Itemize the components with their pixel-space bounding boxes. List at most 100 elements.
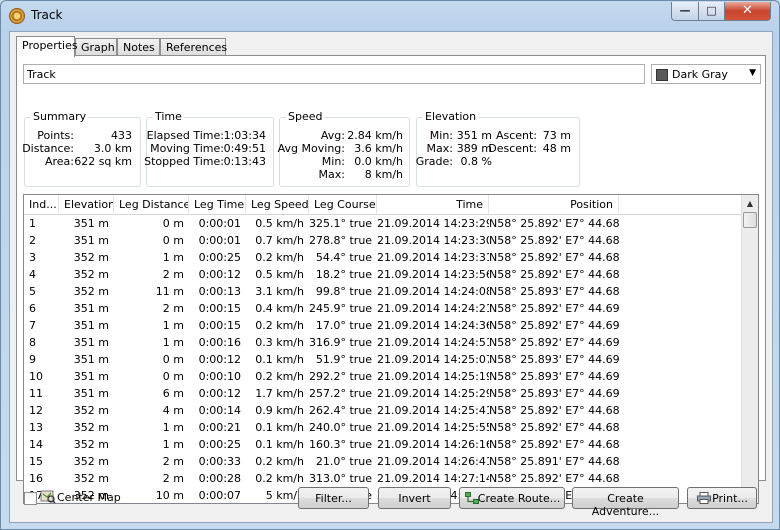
elevation-max-value: 389 m [456, 142, 492, 155]
cell-time: 21.09.2014 14:25:29 [377, 387, 489, 400]
cell-leg-time: 0:00:33 [198, 455, 241, 468]
table-row[interactable]: 11 351 m 6 m 0:00:12 1.7 km/h 257.2° true 21.0… [24, 386, 744, 403]
cell-leg-course: 262.4° true [309, 404, 373, 417]
button-bar: Center Map Filter... Invert Create Route… [10, 484, 772, 522]
color-swatch [656, 69, 668, 81]
cell-index: 2 [29, 234, 36, 247]
column-header-time[interactable]: Time [377, 195, 489, 215]
cell-position: N58° 25.893' E7° 44.695' [489, 370, 619, 383]
avg-moving-speed-label: Avg Moving: [277, 142, 345, 155]
descent-value: 48 m [542, 142, 571, 155]
cell-leg-time: 0:00:14 [198, 404, 241, 417]
cell-leg-speed: 3.1 km/h [255, 285, 304, 298]
table-row[interactable]: 7 351 m 1 m 0:00:15 0.2 km/h 17.0° true 21.09.… [24, 318, 744, 335]
cell-leg-distance: 2 m [162, 268, 184, 281]
color-dropdown[interactable]: Dark Gray ▼ [651, 64, 761, 84]
column-header-position[interactable]: Position [489, 195, 619, 215]
cell-elevation: 351 m [73, 387, 109, 400]
grade-value: 0.8 % [460, 155, 492, 168]
max-speed-value: 8 km/h [364, 168, 403, 181]
filter-button[interactable]: Filter... [298, 487, 369, 509]
table-row[interactable]: 3 352 m 1 m 0:00:25 0.2 km/h 54.4° true 21.09.… [24, 250, 744, 267]
points-label: Points: [37, 129, 74, 142]
cell-leg-course: 257.2° true [309, 387, 373, 400]
table-row[interactable]: 1 351 m 0 m 0:00:01 0.5 km/h 325.1° true 21.09… [24, 216, 744, 233]
cell-index: 8 [29, 336, 36, 349]
tab-notes[interactable]: Notes [117, 38, 160, 56]
table-row[interactable]: 9 351 m 0 m 0:00:12 0.1 km/h 51.9° true 21.09.… [24, 352, 744, 369]
elevation-title: Elevation [423, 110, 479, 123]
cell-leg-distance: 6 m [162, 387, 184, 400]
cell-index: 12 [29, 404, 43, 417]
cell-time: 21.09.2014 14:24:36 [377, 319, 489, 332]
column-header-leg-time[interactable]: Leg Time [189, 195, 246, 215]
table-row[interactable]: 8 351 m 1 m 0:00:16 0.3 km/h 316.9° true 21.09… [24, 335, 744, 352]
cell-index: 13 [29, 421, 43, 434]
cell-time: 21.09.2014 14:23:29 [377, 217, 489, 230]
create-route-button[interactable]: Create Route... [459, 487, 565, 509]
cell-leg-time: 0:00:12 [198, 268, 241, 281]
cell-index: 1 [29, 217, 36, 230]
table-row[interactable]: 14 352 m 1 m 0:00:25 0.1 km/h 160.3° true 21.0… [24, 437, 744, 454]
column-header-index[interactable]: Ind... [24, 195, 59, 215]
cell-index: 11 [29, 387, 43, 400]
column-header-leg-course[interactable]: Leg Course [309, 195, 377, 215]
cell-elevation: 352 m [73, 268, 109, 281]
table-row[interactable]: 13 352 m 1 m 0:00:21 0.1 km/h 240.0° true 21.0… [24, 420, 744, 437]
cell-elevation: 352 m [73, 455, 109, 468]
column-header-leg-distance[interactable]: Leg Distance [114, 195, 189, 215]
track-window: Track — □ ✕ Properties Graph Notes Refer… [0, 0, 780, 530]
print-button[interactable]: Print... [687, 487, 757, 509]
column-header-leg-speed[interactable]: Leg Speed [246, 195, 309, 215]
cell-leg-time: 0:00:12 [198, 387, 241, 400]
cell-leg-time: 0:00:16 [198, 336, 241, 349]
table-row[interactable]: 12 352 m 4 m 0:00:14 0.9 km/h 262.4° true 21.0… [24, 403, 744, 420]
table-row[interactable]: 15 352 m 2 m 0:00:33 0.2 km/h 21.0° true 21.09… [24, 454, 744, 471]
stopped-time-value: 0:13:43 [223, 155, 266, 168]
cell-leg-time: 0:00:13 [198, 285, 241, 298]
maximize-button[interactable]: □ [698, 2, 725, 21]
cell-leg-course: 160.3° true [309, 438, 373, 451]
elevation-min-label: Min: [429, 129, 453, 142]
cell-elevation: 352 m [73, 251, 109, 264]
minimize-button[interactable]: — [671, 2, 699, 21]
scrollbar-thumb[interactable] [743, 212, 757, 228]
cell-leg-speed: 0.5 km/h [255, 268, 304, 281]
cell-position: N58° 25.891' E7° 44.685' [489, 455, 619, 468]
title-bar[interactable]: Track — □ ✕ [1, 1, 779, 31]
center-map-checkbox[interactable] [24, 492, 37, 505]
cell-position: N58° 25.893' E7° 44.694' [489, 387, 619, 400]
table-row[interactable]: 5 352 m 11 m 0:00:13 3.1 km/h 99.8° true 21.09… [24, 284, 744, 301]
cell-leg-speed: 0.1 km/h [255, 421, 304, 434]
cell-leg-distance: 1 m [162, 336, 184, 349]
cell-leg-time: 0:00:01 [198, 217, 241, 230]
points-value: 433 [111, 129, 132, 142]
color-dropdown-value: Dark Gray [672, 68, 728, 81]
table-row[interactable]: 10 351 m 0 m 0:00:10 0.2 km/h 292.2° true 21.0… [24, 369, 744, 386]
table-row[interactable]: 6 351 m 2 m 0:00:15 0.4 km/h 245.9° true 21.09… [24, 301, 744, 318]
speed-title: Speed [286, 110, 325, 123]
avg-speed-value: 2.84 km/h [347, 129, 403, 142]
close-button[interactable]: ✕ [724, 2, 771, 21]
cell-leg-time: 0:00:21 [198, 421, 241, 434]
max-speed-label: Max: [318, 168, 345, 181]
table-row[interactable]: 4 352 m 2 m 0:00:12 0.5 km/h 18.2° true 21.09.… [24, 267, 744, 284]
create-adventure-button[interactable]: Create Adventure... [572, 487, 679, 518]
tab-references[interactable]: References [160, 38, 227, 56]
cell-index: 14 [29, 438, 43, 451]
tab-graph[interactable]: Graph [75, 38, 117, 56]
invert-button[interactable]: Invert [378, 487, 451, 509]
cell-elevation: 352 m [73, 285, 109, 298]
cell-time: 21.09.2014 14:25:19 [377, 370, 489, 383]
cell-position: N58° 25.892' E7° 44.696' [489, 302, 619, 315]
cell-elevation: 352 m [73, 404, 109, 417]
track-points-table[interactable]: Ind... Elevation Leg Distance Leg Time Leg S… [23, 194, 759, 504]
column-header-elevation[interactable]: Elevation [59, 195, 114, 215]
vertical-scrollbar[interactable]: ▲ ▼ [741, 195, 758, 503]
tab-properties[interactable]: Properties [16, 36, 78, 57]
scroll-up-icon[interactable]: ▲ [742, 196, 758, 212]
table-row[interactable]: 2 351 m 0 m 0:00:01 0.7 km/h 278.8° true 21.09… [24, 233, 744, 250]
cell-leg-distance: 1 m [162, 251, 184, 264]
cell-leg-time: 0:00:01 [198, 234, 241, 247]
track-name-input[interactable] [23, 64, 645, 84]
